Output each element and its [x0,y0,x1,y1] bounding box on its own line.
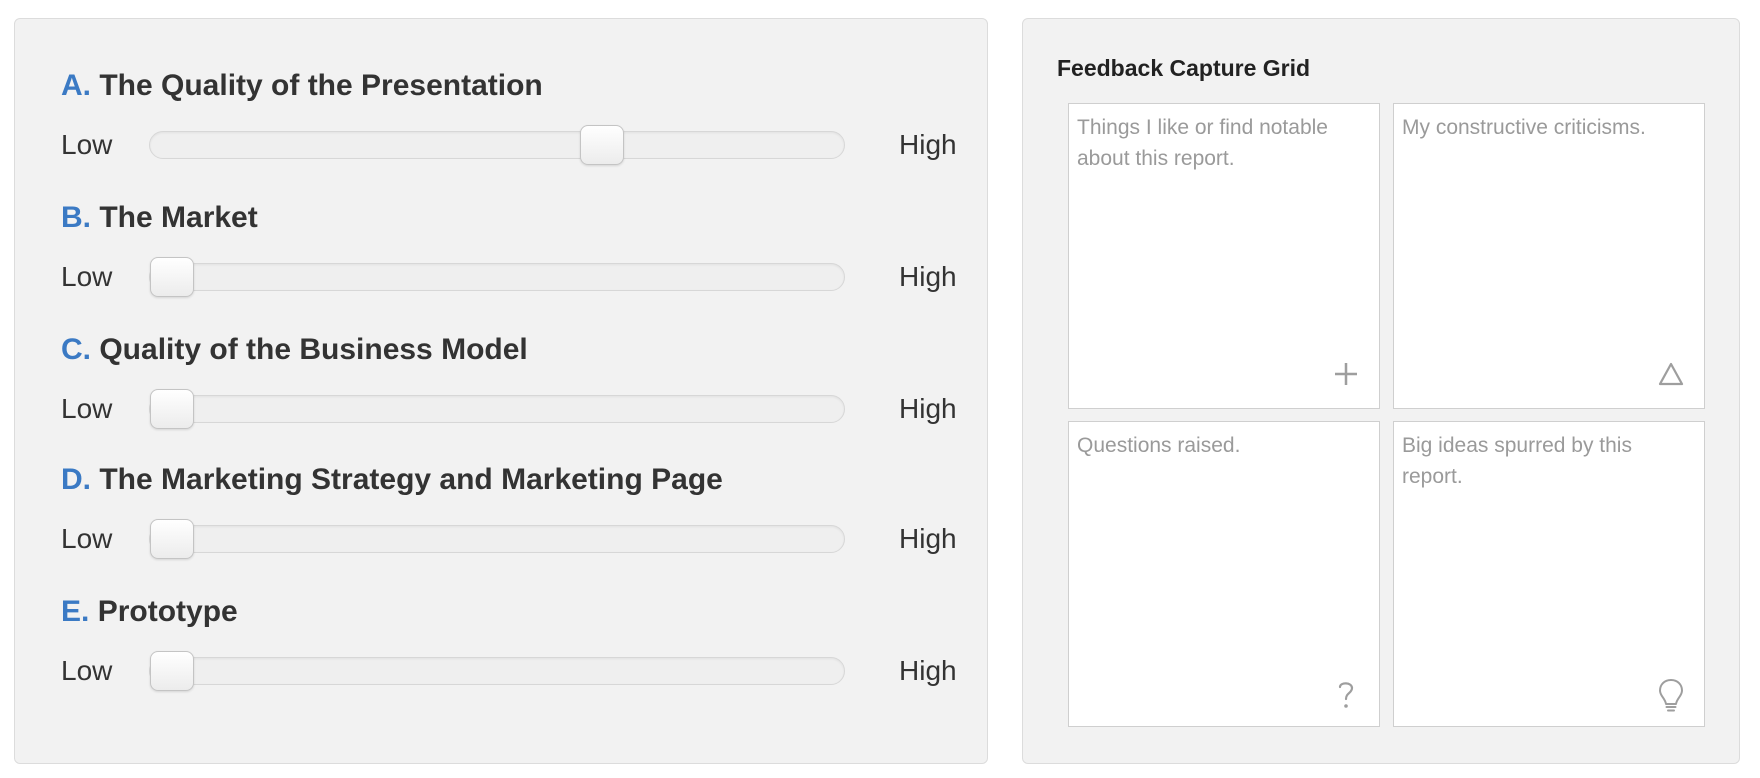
rating-title-text: The Market [99,201,258,234]
low-label: Low [61,129,113,160]
question-icon [1331,678,1361,712]
rating-title: E. Prototype [61,595,238,629]
likes-textarea[interactable]: Things I like or find notable about this… [1068,103,1380,409]
rating-slider-track[interactable] [149,257,845,297]
rating-slider-thumb[interactable] [150,651,194,691]
criticisms-placeholder: My constructive criticisms. [1402,116,1646,139]
rating-slider-track[interactable] [149,389,845,429]
rating-prototype: E. Prototype Low High [61,595,961,715]
rating-slider-thumb[interactable] [150,519,194,559]
high-label: High [899,393,957,424]
rating-title: B. The Market [61,201,258,235]
rating-business-model: C. Quality of the Business Model Low Hig… [61,333,961,453]
rating-slider-track[interactable] [149,125,845,165]
rating-title: A. The Quality of the Presentation [61,69,543,103]
rating-letter: B. [61,201,91,234]
low-label: Low [61,655,113,686]
rating-market: B. The Market Low High [61,201,961,321]
rating-marketing-strategy: D. The Marketing Strategy and Marketing … [61,463,961,583]
questions-textarea[interactable]: Questions raised. [1068,421,1380,727]
rating-title-text: Quality of the Business Model [99,333,528,366]
feedback-capture-panel: Feedback Capture Grid Things I like or f… [1022,18,1740,764]
low-label: Low [61,523,113,554]
high-label: High [899,655,957,686]
rating-letter: C. [61,333,91,366]
likes-placeholder: Things I like or find notable about this… [1077,116,1328,170]
big-ideas-textarea[interactable]: Big ideas spurred by this report. [1393,421,1705,727]
rating-title: D. The Marketing Strategy and Marketing … [61,463,723,497]
plus-icon [1331,360,1361,394]
high-label: High [899,523,957,554]
questions-placeholder: Questions raised. [1077,434,1241,457]
rating-title-text: Prototype [97,595,238,628]
rating-slider-thumb[interactable] [580,125,625,165]
delta-icon [1656,360,1686,394]
rating-title: C. Quality of the Business Model [61,333,528,367]
low-label: Low [61,393,113,424]
high-label: High [899,129,957,160]
big-ideas-placeholder: Big ideas spurred by this report. [1402,434,1632,488]
rating-letter: E. [61,595,90,628]
criticisms-textarea[interactable]: My constructive criticisms. [1393,103,1705,409]
feedback-grid-title: Feedback Capture Grid [1057,55,1311,81]
rating-slider-thumb[interactable] [150,257,194,297]
rating-quality-of-presentation: A. The Quality of the Presentation Low H… [61,69,961,189]
lightbulb-icon [1656,678,1686,712]
rating-letter: D. [61,463,91,496]
rating-slider-track[interactable] [149,651,845,691]
rating-title-text: The Quality of the Presentation [99,69,543,102]
high-label: High [899,261,957,292]
ratings-panel: A. The Quality of the Presentation Low H… [14,18,988,764]
low-label: Low [61,261,113,292]
rating-title-text: The Marketing Strategy and Marketing Pag… [99,463,723,496]
rating-slider-track[interactable] [149,519,845,559]
rating-slider-thumb[interactable] [150,389,194,429]
rating-letter: A. [61,69,91,102]
